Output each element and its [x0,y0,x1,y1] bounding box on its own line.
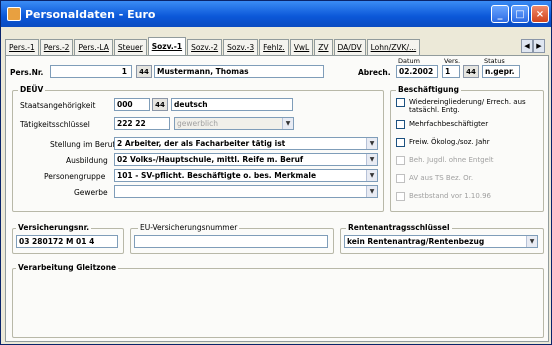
app-icon [7,7,21,21]
datum-field[interactable]: 02.2002 [396,65,438,78]
tab-zv[interactable]: ZV [314,39,333,55]
chevron-down-icon: ▼ [282,118,293,129]
gleitzone-title: Verarbeitung Gleitzone [16,263,119,272]
taetig-type-text: gewerblich [177,119,219,128]
tab-scroll-left-icon[interactable]: ◀ [521,39,533,53]
status-label: Status [484,57,505,65]
personengruppe-select[interactable]: 101 - SV-pflicht. Beschäftigte o. bes. M… [114,169,378,182]
window-title: Personaldaten - Euro [25,7,156,21]
gleitzone-group [12,268,544,338]
vers-search-button[interactable]: 44 [463,65,479,78]
tab-steuer[interactable]: Steuer [113,39,147,55]
checkbox-label: Wiedereingliederung/ Errech. aus tatsäch… [409,98,526,114]
checkbox-box [396,156,405,165]
gewerbe-select[interactable]: ▼ [114,185,378,198]
checkbox-label: Mehrfachbeschäftigter [409,120,489,128]
sozv-1-panel: Pers.Nr. 1 44 Mustermann, Thomas Abrech.… [5,55,549,342]
maximize-button[interactable]: □ [511,5,529,23]
rentenantrag-title: Rentenantragsschlüssel [346,223,452,232]
staatsang-text-field: deutsch [171,98,293,111]
checkbox-box [396,174,405,183]
bestbstand-checkbox: Bestbstand vor 1.10.96 [396,192,491,201]
staatsang-search-button[interactable]: 44 [152,98,168,111]
eu-vnr-field[interactable] [134,235,328,248]
beschaeftigung-title: Beschäftigung [396,85,461,94]
tab-bar: Pers.-1 Pers.-2 Pers.-LA Steuer Sozv.-1 … [5,37,421,55]
vers-field[interactable]: 1 [442,65,460,78]
vers-label: Vers. [444,57,461,65]
rentenantrag-value: kein Rentenantrag/Rentenbezug [347,237,485,246]
abrech-label: Abrech. [358,68,391,77]
tab-scroll-right-icon[interactable]: ▶ [533,39,545,53]
freiw-jahr-checkbox[interactable]: Freiw. Ökolog./soz. Jahr [396,138,490,147]
mehrfach-checkbox[interactable]: Mehrfachbeschäftigter [396,120,488,129]
checkbox-box[interactable] [396,138,405,147]
checkbox-box[interactable] [396,98,405,107]
tab-da-dv[interactable]: DA/DV [333,39,366,55]
persnr-search-button[interactable]: 44 [136,65,152,78]
tab-fehlz[interactable]: Fehlz. [259,39,289,55]
tab-pers-la[interactable]: Pers.-LA [74,39,113,55]
vnr-title: Versicherungsnr. [16,223,92,232]
ausbildung-value: 02 Volks-/Hauptschule, mittl. Reife m. B… [117,155,304,164]
taetig-code-input[interactable]: 222 22 [114,117,170,130]
vnr-field[interactable]: 03 280172 M 01 4 [16,235,118,248]
checkbox-box [396,192,405,201]
personengruppe-value: 101 - SV-pflicht. Beschäftigte o. bes. M… [117,171,317,180]
checkbox-label: Freiw. Ökolog./soz. Jahr [409,138,490,146]
chevron-down-icon[interactable]: ▼ [366,170,377,181]
staatsang-label: Staatsangehörigkeit [20,101,96,110]
deuev-title: DEÜV [18,85,46,94]
tab-pers-2[interactable]: Pers.-2 [39,39,74,55]
status-field: n.gepr. [482,65,520,78]
checkbox-label: Bestbstand vor 1.10.96 [409,192,491,200]
tab-sozv-3[interactable]: Sozv.-3 [223,39,259,55]
title-bar: Personaldaten - Euro _ □ × [1,1,551,27]
stellung-value: 2 Arbeiter, der als Facharbeiter tätig i… [117,139,286,148]
checkbox-label: AV aus TS Bez. Or. [409,174,474,182]
gewerbe-label: Gewerbe [74,188,108,197]
persnr-label: Pers.Nr. [10,68,44,77]
av-aus-ts-checkbox: AV aus TS Bez. Or. [396,174,473,183]
taetig-label: Tätigkeitsschlüssel [20,120,90,129]
chevron-down-icon[interactable]: ▼ [366,154,377,165]
chevron-down-icon[interactable]: ▼ [366,186,377,197]
personengruppe-label: Personengruppe [44,172,106,181]
checkbox-label: Beh. Jugdl. ohne Entgelt [409,156,494,164]
beh-jugdl-checkbox: Beh. Jugdl. ohne Entgelt [396,156,494,165]
tab-pers-1[interactable]: Pers.-1 [5,39,39,55]
persnr-input[interactable]: 1 [50,65,132,78]
rentenantrag-select[interactable]: kein Rentenantrag/Rentenbezug ▼ [344,235,538,248]
chevron-down-icon[interactable]: ▼ [526,236,537,247]
ausbildung-select[interactable]: 02 Volks-/Hauptschule, mittl. Reife m. B… [114,153,378,166]
tab-sozv-1[interactable]: Sozv.-1 [147,37,187,55]
tab-sozv-2[interactable]: Sozv.-2 [187,39,223,55]
wiedereingliederung-checkbox[interactable]: Wiedereingliederung/ Errech. aus tatsäch… [396,98,529,114]
app-window: Personaldaten - Euro _ □ × Pers.-1 Pers.… [0,0,552,345]
close-button[interactable]: × [531,5,549,23]
taetig-type-select: gewerblich ▼ [174,117,294,130]
stellung-label: Stellung im Beruf [50,140,116,149]
staatsang-code-input[interactable]: 000 [114,98,150,111]
checkbox-box[interactable] [396,120,405,129]
eu-vnr-title: EU-Versicherungsnummer [138,223,240,232]
ausbildung-label: Ausbildung [66,156,108,165]
tab-vwl[interactable]: VwL [289,39,314,55]
tab-lohn-zvk[interactable]: Lohn/ZVK/... [366,39,421,55]
chevron-down-icon[interactable]: ▼ [366,138,377,149]
stellung-select[interactable]: 2 Arbeiter, der als Facharbeiter tätig i… [114,137,378,150]
minimize-button[interactable]: _ [491,5,509,23]
employee-name-field: Mustermann, Thomas [154,65,324,78]
datum-label: Datum [398,57,420,65]
